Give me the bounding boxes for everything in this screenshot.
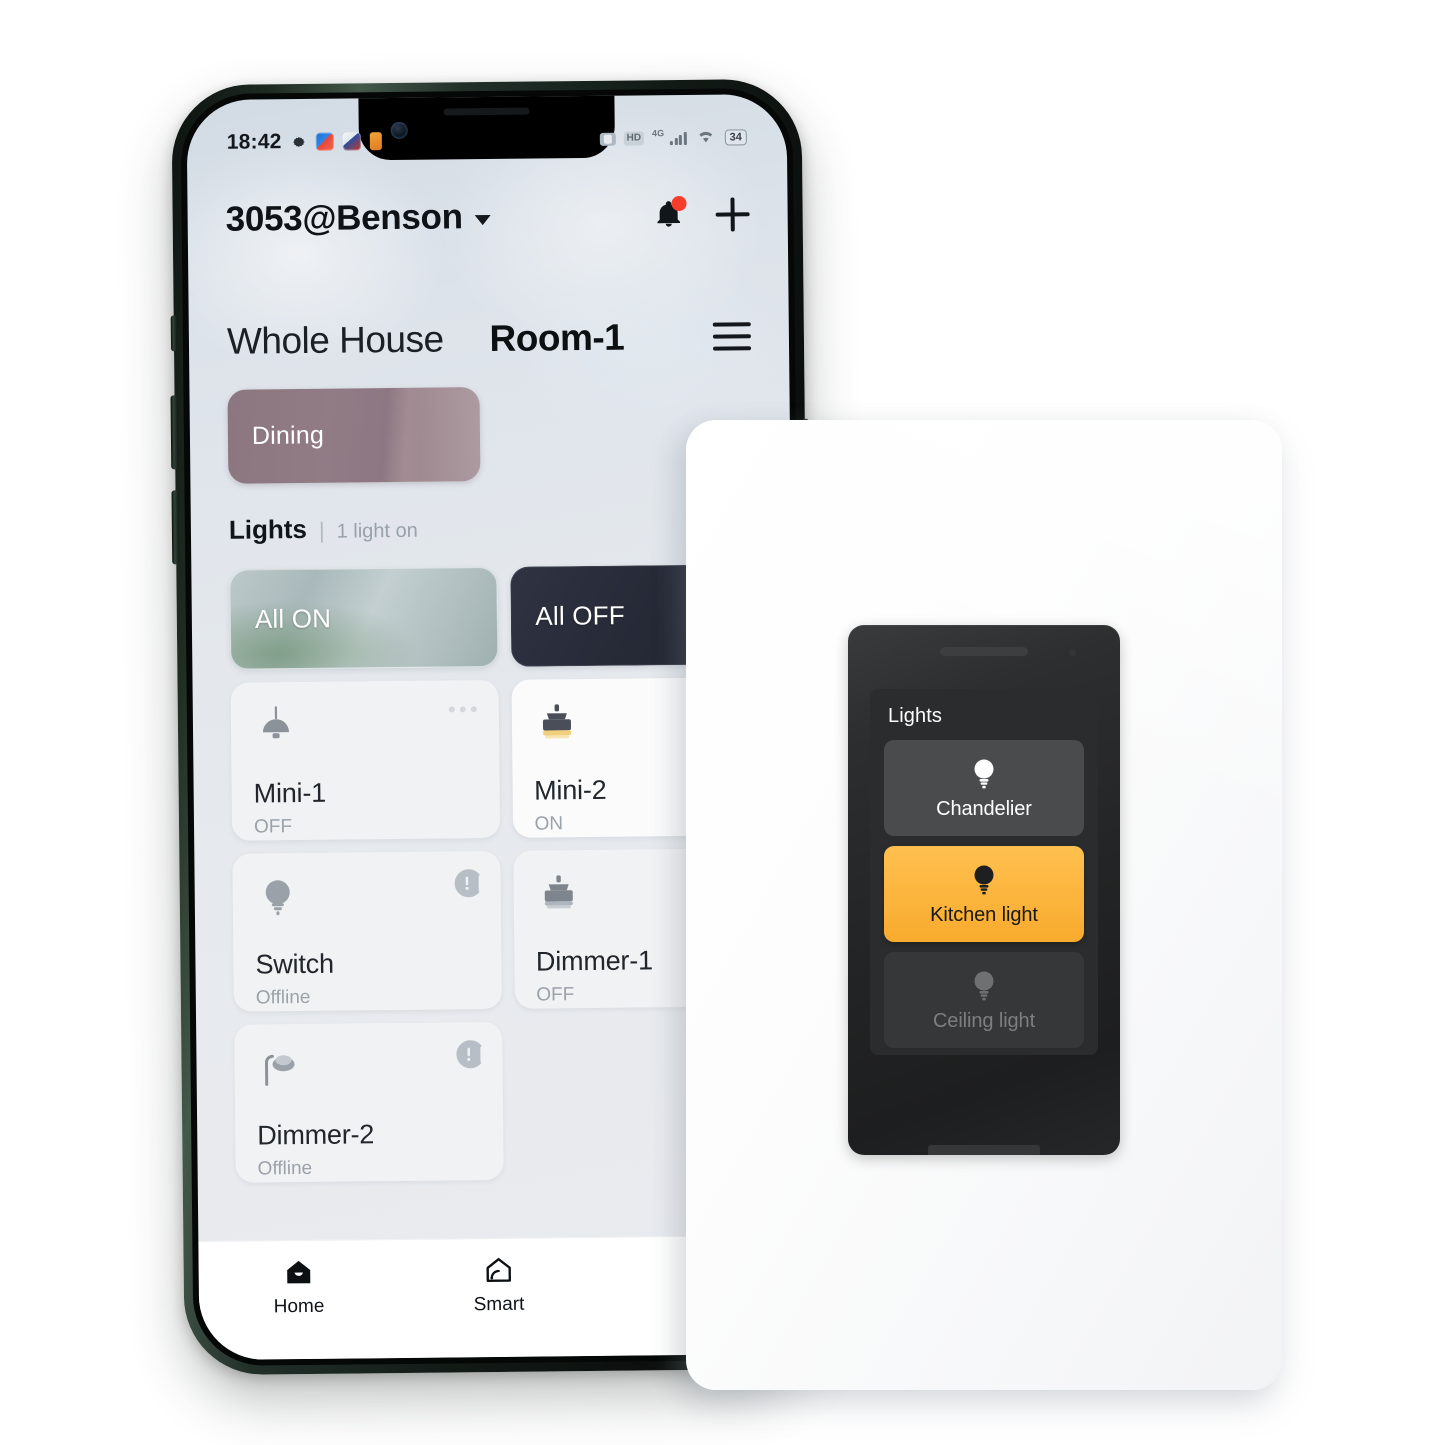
device-more-icon[interactable] [448, 706, 477, 713]
nav-label: Smart [473, 1293, 525, 1316]
network-type-label: 4G [651, 127, 665, 138]
account-name-text: 3053@Benson [225, 197, 463, 239]
section-subtitle-text: 1 light on [336, 519, 418, 543]
switch-button-kitchen-light[interactable]: Kitchen light [884, 846, 1084, 942]
volume-down-button[interactable] [171, 490, 180, 565]
device-name-text: Mini-1 [253, 777, 327, 809]
switch-button-label: Chandelier [936, 797, 1032, 820]
bulb-gray-icon [967, 968, 1001, 1006]
product-composite: 18:42 HD 4G 34 3053@Benson Whole House R… [0, 0, 1445, 1445]
gear-icon [290, 134, 306, 150]
pendant-light-icon [253, 702, 299, 748]
status-bar-right: HD 4G 34 [599, 127, 747, 150]
account-selector[interactable]: 3053@Benson [225, 197, 491, 240]
device-card-switch[interactable]: Switch Offline [232, 850, 502, 1012]
status-bar-left: 18:42 [227, 129, 382, 155]
tab-whole-house[interactable]: Whole House [227, 318, 444, 362]
notifications-button[interactable] [653, 195, 687, 231]
all-off-label: All OFF [535, 600, 626, 632]
notification-badge [671, 195, 687, 212]
room-tab-bar: Whole House Room-1 [189, 306, 790, 372]
device-card-mini-1[interactable]: Mini-1 OFF [230, 679, 500, 841]
bulb-white-icon [967, 756, 1001, 794]
device-state-text: Offline [255, 986, 311, 1009]
scene-label: Dining [251, 421, 325, 451]
home-filled-icon [282, 1255, 316, 1289]
all-on-label: All ON [254, 603, 332, 634]
desk-lamp-icon [256, 1044, 302, 1090]
switch-button-label: Kitchen light [930, 903, 1038, 926]
app-notification-icon-1 [315, 132, 334, 151]
sensor-dot-right-icon [1069, 649, 1076, 656]
all-on-button[interactable]: All ON [229, 566, 498, 670]
hamburger-icon[interactable] [712, 322, 752, 351]
mute-switch-button[interactable] [170, 315, 178, 352]
earpiece-speaker [443, 107, 530, 116]
nav-item-home[interactable]: Home [199, 1254, 400, 1319]
switch-bottom-tab [928, 1145, 1040, 1155]
vibrate-icon [599, 132, 616, 146]
section-header-lights: Lights | 1 light on [229, 513, 418, 546]
sensor-dot-left-icon [892, 649, 899, 656]
tab-room-1[interactable]: Room-1 [489, 317, 624, 360]
device-state-text: OFF [253, 816, 293, 838]
device-name-text: Switch [255, 948, 334, 980]
wifi-icon [694, 127, 716, 148]
ceiling-light-on-icon [533, 699, 579, 745]
volume-up-button[interactable] [170, 395, 179, 470]
device-name-text: Dimmer-1 [535, 945, 654, 977]
ceiling-light-icon [535, 870, 581, 916]
signal-4g-icon [670, 131, 687, 146]
smart-house-wifi-icon [482, 1253, 516, 1287]
scene-row: Dining [227, 384, 752, 484]
battery-level-text: 34 [724, 129, 747, 146]
offline-warning-icon [455, 1040, 485, 1069]
switch-button-chandelier[interactable]: Chandelier [884, 740, 1084, 836]
device-state-text: OFF [536, 984, 575, 1006]
clock-text: 18:42 [226, 130, 282, 154]
switch-display: Lights Chandelier Kitchen light Ceiling … [870, 689, 1098, 1055]
device-name-text: Mini-2 [534, 774, 607, 806]
nav-item-smart[interactable]: Smart [399, 1252, 600, 1317]
app-header: 3053@Benson [187, 182, 788, 252]
bulb-dark-icon [967, 862, 1001, 900]
bulb-icon [255, 873, 301, 919]
section-title-text: Lights [228, 513, 308, 545]
device-state-text: ON [534, 813, 564, 835]
header-actions [653, 195, 749, 232]
chevron-down-icon [474, 214, 491, 226]
device-state-text: Offline [257, 1157, 313, 1180]
switch-button-label: Ceiling light [932, 1009, 1036, 1032]
nav-label: Home [273, 1295, 325, 1318]
device-name-text: Dimmer-2 [257, 1119, 375, 1151]
scene-card-dining[interactable]: Dining [227, 387, 481, 484]
app-notification-icon-2 [342, 132, 361, 151]
app-notification-icon-3 [369, 132, 382, 151]
speaker-grille [940, 647, 1028, 656]
hd-icon: HD [623, 131, 645, 146]
add-device-button[interactable] [715, 197, 749, 231]
device-card-dimmer-2[interactable]: Dimmer-2 Offline [234, 1021, 504, 1183]
switch-button-ceiling-light[interactable]: Ceiling light [884, 952, 1084, 1048]
section-divider: | [318, 517, 325, 543]
smart-switch-device: Lights Chandelier Kitchen light Ceiling … [848, 625, 1120, 1155]
wall-plate: Lights Chandelier Kitchen light Ceiling … [686, 420, 1282, 1390]
switch-screen-title: Lights [888, 705, 942, 727]
offline-warning-icon [453, 869, 483, 898]
status-bar: 18:42 HD 4G 34 [187, 120, 787, 160]
